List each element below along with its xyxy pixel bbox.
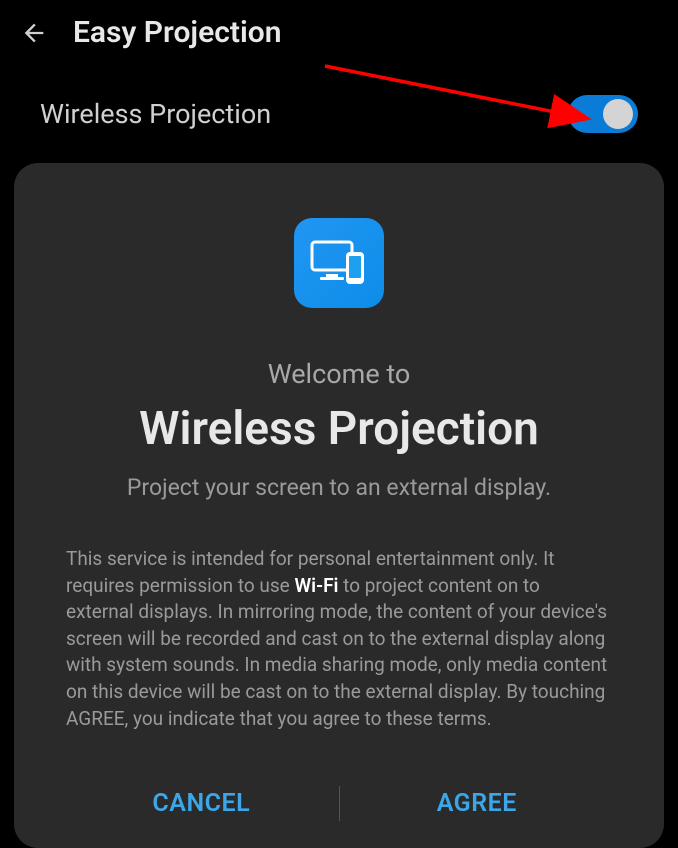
setting-label: Wireless Projection [40, 98, 271, 130]
back-button[interactable] [20, 19, 48, 47]
header: Easy Projection [0, 0, 678, 65]
toggle-knob [603, 99, 633, 129]
agree-button[interactable]: AGREE [340, 769, 615, 838]
dialog-title: Wireless Projection [139, 402, 539, 456]
wifi-bold: Wi-Fi [294, 574, 338, 597]
welcome-dialog: Welcome to Wireless Projection Project y… [14, 163, 664, 848]
projection-app-icon [294, 218, 384, 308]
wireless-projection-toggle[interactable] [568, 95, 638, 133]
dialog-buttons: CANCEL AGREE [64, 769, 614, 848]
dialog-subtitle: Project your screen to an external displ… [127, 474, 551, 501]
terms-text: This service is intended for personal en… [64, 546, 614, 732]
wireless-projection-setting: Wireless Projection [0, 65, 678, 153]
cancel-button[interactable]: CANCEL [64, 769, 339, 838]
page-title: Easy Projection [73, 15, 281, 50]
welcome-label: Welcome to [268, 358, 411, 390]
monitor-phone-icon [310, 238, 368, 288]
arrow-left-icon [20, 19, 48, 47]
